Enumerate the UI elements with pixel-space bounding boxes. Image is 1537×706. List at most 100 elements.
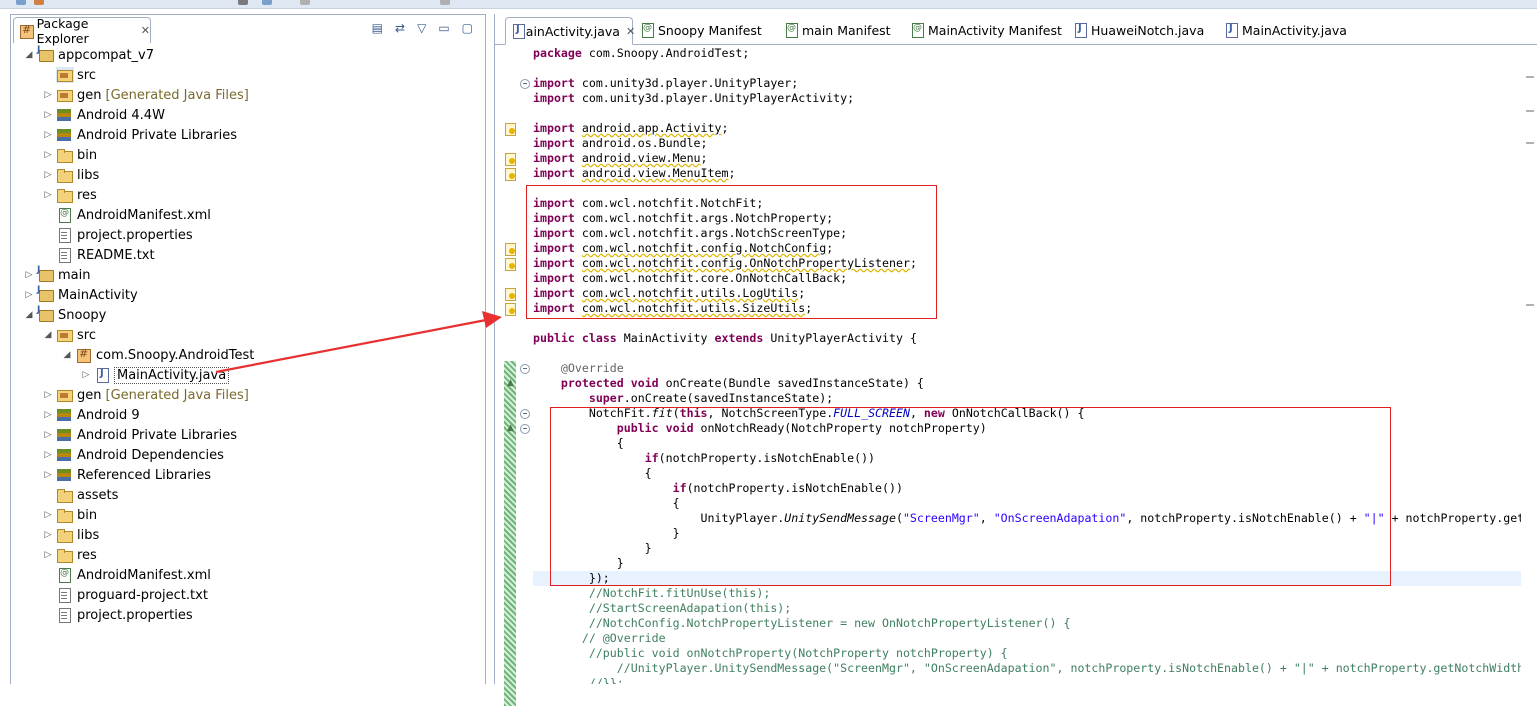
editor-tab[interactable]: Snoopy Manifest <box>635 17 762 43</box>
code-token: if <box>672 481 687 495</box>
link-with-editor-icon[interactable]: ⇄ <box>395 21 405 35</box>
tree-item[interactable]: ▷ Referenced Libraries <box>42 465 211 485</box>
tree-item[interactable]: ▷ Android Dependencies <box>42 445 224 465</box>
editor-tab[interactable]: MainActivity.java ✕ <box>505 17 635 45</box>
tree-item[interactable]: project.properties <box>42 605 193 625</box>
editor-tab[interactable]: MainActivity Manifest <box>905 17 1062 43</box>
tree-item[interactable]: AndroidManifest.xml <box>42 205 211 225</box>
code-token: @Override <box>560 361 624 375</box>
code-line: }); <box>533 571 1521 586</box>
collapsed-twisty-icon[interactable]: ▷ <box>42 90 54 100</box>
warning-marker-icon[interactable] <box>505 288 516 301</box>
fold-toggle-icon[interactable] <box>520 79 530 89</box>
view-menu-icon[interactable]: ▽ <box>417 21 426 35</box>
tree-item[interactable]: ▷ libs <box>42 525 99 545</box>
collapsed-twisty-icon[interactable]: ▷ <box>80 370 92 380</box>
warning-marker-icon[interactable] <box>505 243 516 256</box>
tree-item[interactable]: ▷ gen [Generated Java Files] <box>42 385 249 405</box>
collapsed-twisty-icon[interactable]: ▷ <box>23 270 35 280</box>
warning-marker-icon[interactable] <box>505 153 516 166</box>
collapsed-twisty-icon[interactable]: ▷ <box>42 170 54 180</box>
code-token: com.wcl.notchfit.config.OnNotchPropertyL… <box>581 256 910 270</box>
tree-item[interactable]: ▷ res <box>42 545 97 565</box>
tree-item[interactable]: ▷ Android 4.4W <box>42 105 165 125</box>
expanded-twisty-icon[interactable]: ◢ <box>61 350 73 360</box>
maximize-icon[interactable]: ▢ <box>462 21 473 35</box>
package-explorer-tab[interactable]: Package Explorer ✕ <box>13 16 151 46</box>
tree-item[interactable]: proguard-project.txt <box>42 585 208 605</box>
collapse-all-icon[interactable]: ▤ <box>372 21 383 35</box>
close-icon[interactable]: ✕ <box>626 25 635 38</box>
collapsed-twisty-icon[interactable]: ▷ <box>42 450 54 460</box>
collapsed-twisty-icon[interactable]: ▷ <box>42 390 54 400</box>
expanded-twisty-icon[interactable]: ◢ <box>23 50 35 60</box>
expanded-twisty-icon[interactable]: ◢ <box>42 330 54 340</box>
collapsed-twisty-icon[interactable]: ▷ <box>42 130 54 140</box>
tree-item[interactable]: ▷ bin <box>42 145 97 165</box>
editor-tab[interactable]: MainActivity.java <box>1219 17 1347 43</box>
close-icon[interactable]: ✕ <box>141 24 150 37</box>
code-line: import android.os.Bundle; <box>533 136 708 151</box>
collapsed-twisty-icon[interactable]: ▷ <box>42 190 54 200</box>
tree-item[interactable]: project.properties <box>42 225 193 245</box>
override-marker-icon[interactable]: ▲ <box>507 423 517 433</box>
tree-item[interactable]: src <box>42 65 96 85</box>
override-marker-icon[interactable]: ▲ <box>507 378 517 388</box>
code-token: , <box>979 511 994 525</box>
minimize-icon[interactable]: ▭ <box>438 21 449 35</box>
tree-item[interactable]: ▷ main <box>23 265 91 285</box>
tree-item[interactable]: ▷ gen [Generated Java Files] <box>42 85 249 105</box>
code-line: //public void onNotchProperty(NotchPrope… <box>533 646 1008 661</box>
tree-item[interactable]: AndroidManifest.xml <box>42 565 211 585</box>
tree-item[interactable]: ▷ Android 9 <box>42 405 140 425</box>
collapsed-twisty-icon[interactable]: ▷ <box>42 470 54 480</box>
tree-item[interactable]: ▷ MainActivity <box>23 285 138 305</box>
collapsed-twisty-icon[interactable]: ▷ <box>42 110 54 120</box>
warning-marker-icon[interactable] <box>505 168 516 181</box>
collapsed-twisty-icon[interactable]: ▷ <box>42 550 54 560</box>
collapsed-twisty-icon[interactable]: ▷ <box>42 510 54 520</box>
tree-item[interactable]: assets <box>42 485 118 505</box>
code-token: "OnScreenAdapation" <box>993 511 1127 525</box>
collapsed-twisty-icon[interactable]: ▷ <box>42 430 54 440</box>
collapsed-twisty-icon[interactable]: ▷ <box>42 410 54 420</box>
code-token: , notchProperty.isNotchEnable() + <box>1126 511 1364 525</box>
tree-item[interactable]: ◢ com.Snoopy.AndroidTest <box>61 345 255 365</box>
code-token: { <box>533 466 652 480</box>
collapsed-twisty-icon[interactable]: ▷ <box>42 530 54 540</box>
code-token: protected <box>560 376 624 390</box>
tree-item[interactable]: ◢ appcompat_v7 <box>23 45 154 65</box>
tree-item[interactable]: ▷ MainActivity.java <box>80 365 230 385</box>
code-token: com.Snoopy.AndroidTest; <box>581 46 750 60</box>
tree-item[interactable]: ◢ Snoopy <box>23 305 107 325</box>
editor-tab[interactable]: main Manifest <box>779 17 891 43</box>
tree-item[interactable]: ▷ Android Private Libraries <box>42 425 237 445</box>
tree-item[interactable]: ▷ libs <box>42 165 99 185</box>
tree-item[interactable]: README.txt <box>42 245 155 265</box>
warning-marker-icon[interactable] <box>505 123 516 136</box>
collapsed-twisty-icon[interactable]: ▷ <box>42 150 54 160</box>
warning-marker-icon[interactable] <box>505 303 516 316</box>
file-icon <box>56 227 74 243</box>
code-token: UnitySendMessage <box>784 511 896 525</box>
tree-item[interactable]: ◢ src <box>42 325 96 345</box>
tree-item[interactable]: ▷ res <box>42 185 97 205</box>
overview-ruler[interactable] <box>1523 46 1537 684</box>
fold-toggle-icon[interactable] <box>520 424 530 434</box>
tree-item[interactable]: ▷ Android Private Libraries <box>42 125 237 145</box>
code-line: import com.wcl.notchfit.config.OnNotchPr… <box>533 256 917 271</box>
fold-toggle-icon[interactable] <box>520 409 530 419</box>
collapsed-twisty-icon[interactable]: ▷ <box>23 290 35 300</box>
warning-marker-icon[interactable] <box>505 258 516 271</box>
code-area[interactable]: package com.Snoopy.AndroidTest; import co… <box>533 46 1521 684</box>
editor-tab[interactable]: HuaweiNotch.java <box>1068 17 1204 43</box>
code-token: //StartScreenAdapation(this); <box>533 601 792 615</box>
expanded-twisty-icon[interactable]: ◢ <box>23 310 35 320</box>
tree-item[interactable]: ▷ bin <box>42 505 97 525</box>
fold-toggle-icon[interactable] <box>520 364 530 374</box>
